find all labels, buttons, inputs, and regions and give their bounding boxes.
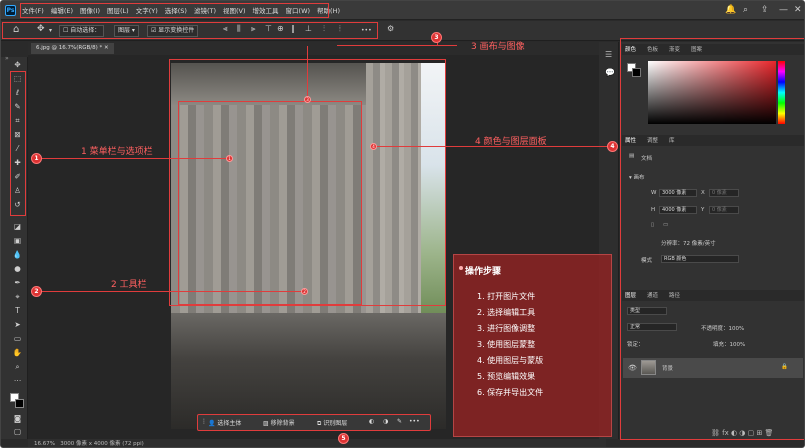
hand-tool-icon[interactable]: ✋ [11,347,24,358]
step-item: 3. 使用图层蒙整 [477,340,536,349]
select-subject-label: 选择主体 [217,420,242,427]
marker-4: 4 [607,141,618,152]
document-tab[interactable]: 6.jpg @ 16.7%(RGB/8) * ✕ [31,43,114,54]
adjust-icon[interactable]: ◑ [383,418,388,425]
marker-3: 3 [431,32,442,43]
marker-2-small: 2 [301,288,308,295]
move-tool-icon[interactable]: ✥ [11,59,24,70]
remove-bg-label: 移除背景 [270,420,295,427]
generate-label: 识别图层 [323,420,348,427]
leader-line-1 [41,158,229,159]
collapse-icon[interactable]: » [5,55,9,62]
screen-mode-icon[interactable]: ▢ [11,426,24,437]
quick-mask-icon[interactable]: ◙ [11,413,24,424]
gear-icon[interactable]: ⚙ [387,24,394,33]
select-subject-button[interactable]: 👤 选择主体 [208,418,241,427]
comments-panel-icon[interactable]: 💬 [605,68,615,77]
type-tool-icon[interactable]: T [11,305,24,316]
annotation-label-4: 4 颜色与图层面板 [475,137,547,147]
marker-1-small: 1 [226,155,233,162]
step-item: 1. 打开图片文件 [477,292,536,301]
marker-3-small: 3 [304,96,311,103]
pen-tool-icon[interactable]: ✒ [11,277,24,288]
toolbar-highlight-box [10,71,26,216]
ps-logo-icon: Ps [5,5,16,16]
share-icon[interactable]: ⇪ [761,5,769,15]
step-item: 4. 使用图层与蒙版 [477,356,544,365]
dodge-tool-icon[interactable]: ● [11,263,24,274]
step-item: 3. 进行图像调整 [477,324,536,333]
marker-4-small: 4 [370,143,377,150]
search-icon[interactable]: ⌕ [743,5,748,15]
path-select-icon[interactable]: ➤ [11,319,24,330]
zoom-level[interactable]: 16.67% [34,441,55,447]
annotation-label-1: 1 菜单栏与选项栏 [81,147,153,157]
steps-title: 操作步骤 [465,267,502,277]
pen-anchor-icon[interactable]: ⌖ [11,291,24,302]
brush-icon[interactable]: ✎ [397,418,402,425]
minimize-icon[interactable]: — [779,5,788,15]
image-highlight-box [178,101,362,305]
document-tab-title: 6.jpg @ 16.7%(RGB/8) * [36,45,103,51]
photoshop-window: Ps 文件(F) 编辑(E) 图像(I) 图层(L) 文字(Y) 选择(S) 滤… [0,0,805,448]
more-tools-icon[interactable]: ⋯ [11,375,24,386]
floor-texture [171,313,446,429]
eraser-tool-icon[interactable]: ◪ [11,221,24,232]
bell-icon[interactable]: 🔔 [725,5,736,15]
background-color-swatch[interactable] [15,399,24,408]
leader-line-2 [41,291,303,292]
mask-icon[interactable]: ◐ [369,418,374,425]
annotation-label-2: 2 工具栏 [111,280,147,290]
shape-tool-icon[interactable]: ▭ [11,333,24,344]
leader-line-3c [307,46,308,96]
gradient-tool-icon[interactable]: ▣ [11,235,24,246]
status-bar: 16.67% 3000 像素 x 4000 像素 (72 ppi) [28,439,606,447]
document-size: 3000 像素 x 4000 像素 (72 ppi) [60,441,144,447]
leader-line-3b [337,45,457,46]
annotation-label-3: 3 画布与图像 [471,42,525,52]
remove-bg-button[interactable]: ▨ 移除背景 [263,418,295,427]
panels-highlight-box [620,38,804,440]
marker-1: 1 [31,153,42,164]
marker-5: 5 [338,433,349,444]
steps-bullet-icon [459,266,463,270]
drag-handle-icon[interactable]: ⋮ [201,418,207,425]
close-icon[interactable]: ✕ [794,5,802,15]
step-item: 5. 预览编辑效果 [477,372,536,381]
history-panel-icon[interactable]: ☰ [605,50,612,59]
step-item: 6. 保存并导出文件 [477,388,544,397]
zoom-tool-icon[interactable]: ⌕ [11,361,24,372]
step-item: 2. 选择编辑工具 [477,308,536,317]
menubar-highlight-box [20,3,329,18]
options-bar-highlight-box [2,22,378,39]
more-icon[interactable]: ••• [409,418,420,425]
marker-2: 2 [31,286,42,297]
generate-button[interactable]: ⧉ 识别图层 [317,418,347,428]
blur-tool-icon[interactable]: 💧 [11,249,24,260]
